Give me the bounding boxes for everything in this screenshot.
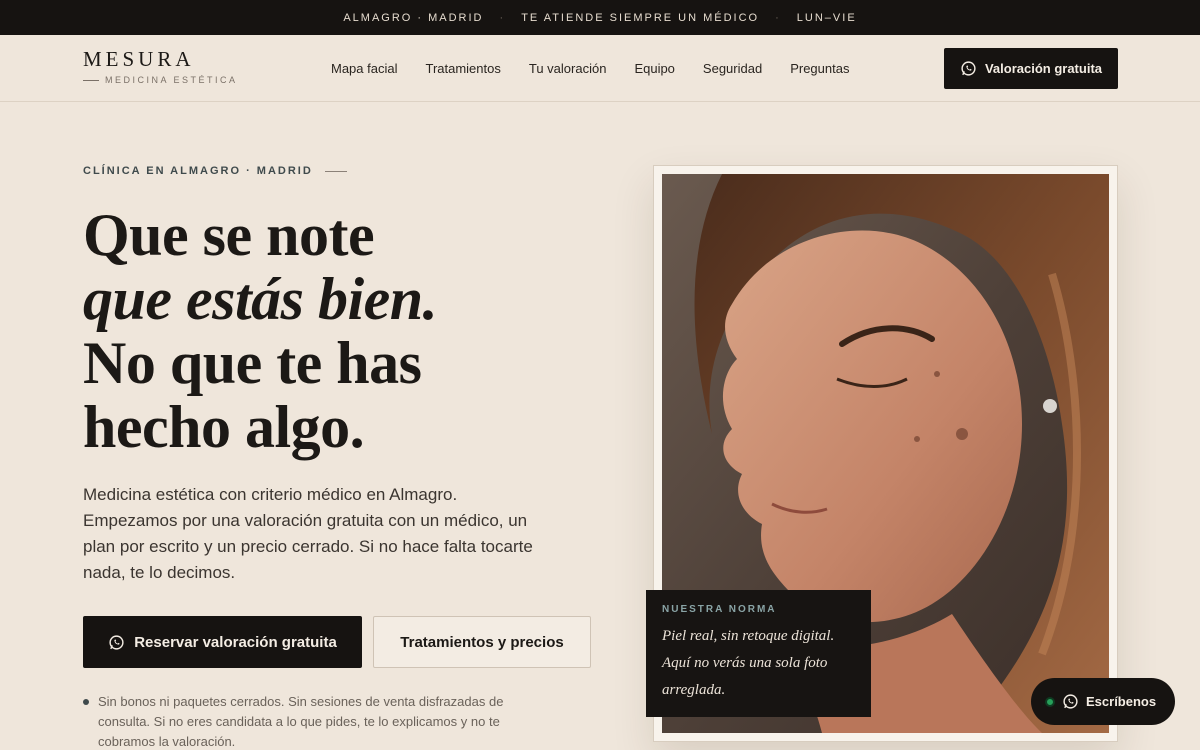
tratamientos-precios-button[interactable]: Tratamientos y precios (373, 616, 591, 668)
bullet-dot (83, 699, 89, 705)
tagline-text: MEDICINA ESTÉTICA (105, 75, 238, 85)
site-header: MESURA MEDICINA ESTÉTICA Mapa facial Tra… (0, 35, 1200, 102)
headline-line-3: No que te has (83, 330, 422, 396)
primary-button-label: Reservar valoración gratuita (134, 633, 337, 651)
whatsapp-icon (109, 634, 124, 650)
norma-label: NUESTRA NORMA (662, 604, 777, 615)
headline-line-4: hecho algo. (83, 394, 365, 460)
topbar-hours: LUN–VIE (796, 11, 857, 24)
chat-label: Escríbenos (1086, 694, 1157, 709)
hero-headline: Que se note que estás bien. No que te ha… (83, 202, 438, 460)
whatsapp-icon (961, 61, 976, 76)
hero-note: Sin bonos ni paquetes cerrados. Sin sesi… (83, 692, 513, 750)
chat-widget-button[interactable]: Escríbenos (1031, 678, 1175, 725)
nav-item-seguridad[interactable]: Seguridad (703, 61, 762, 76)
top-info-bar: ALMAGRO · MADRID · TE ATIENDE SIEMPRE UN… (0, 0, 1200, 35)
header-valoracion-button[interactable]: Valoración gratuita (944, 48, 1118, 89)
reservar-valoracion-button[interactable]: Reservar valoración gratuita (83, 616, 362, 668)
nav-item-mapa-facial[interactable]: Mapa facial (331, 61, 397, 76)
headline-line-1: Que se note (83, 202, 375, 268)
main-nav: Mapa facial Tratamientos Tu valoración E… (331, 61, 849, 76)
nav-item-equipo[interactable]: Equipo (634, 61, 674, 76)
hero-lead: Medicina estética con criterio médico en… (83, 485, 533, 582)
brand-logo[interactable]: MESURA (83, 47, 195, 72)
hero-eyebrow: CLÍNICA EN ALMAGRO · MADRID (83, 165, 347, 177)
norma-text: Piel real, sin retoque digital. Aquí no … (662, 628, 835, 698)
secondary-button-label: Tratamientos y precios (400, 633, 564, 651)
topbar-separator: · (775, 11, 781, 24)
headline-line-2: que estás bien. (83, 266, 438, 332)
eyebrow-rule (324, 170, 347, 172)
whatsapp-icon (1063, 694, 1078, 709)
topbar-doctor-note: TE ATIENDE SIEMPRE UN MÉDICO (521, 11, 760, 24)
eyebrow-text: CLÍNICA EN ALMAGRO · MADRID (83, 165, 313, 177)
nav-item-tu-valoracion[interactable]: Tu valoración (529, 61, 607, 76)
topbar-separator: · (499, 11, 506, 24)
note-text: Sin bonos ni paquetes cerrados. Sin sesi… (98, 694, 504, 749)
topbar-location: ALMAGRO · MADRID (343, 11, 484, 24)
online-status-dot (1045, 696, 1055, 707)
norma-card: NUESTRA NORMA Piel real, sin retoque dig… (646, 590, 871, 717)
brand-tagline: MEDICINA ESTÉTICA (83, 75, 238, 85)
tagline-rule (83, 79, 99, 81)
header-cta-label: Valoración gratuita (984, 61, 1103, 76)
nav-item-preguntas[interactable]: Preguntas (790, 61, 849, 76)
nav-item-tratamientos[interactable]: Tratamientos (425, 61, 500, 76)
